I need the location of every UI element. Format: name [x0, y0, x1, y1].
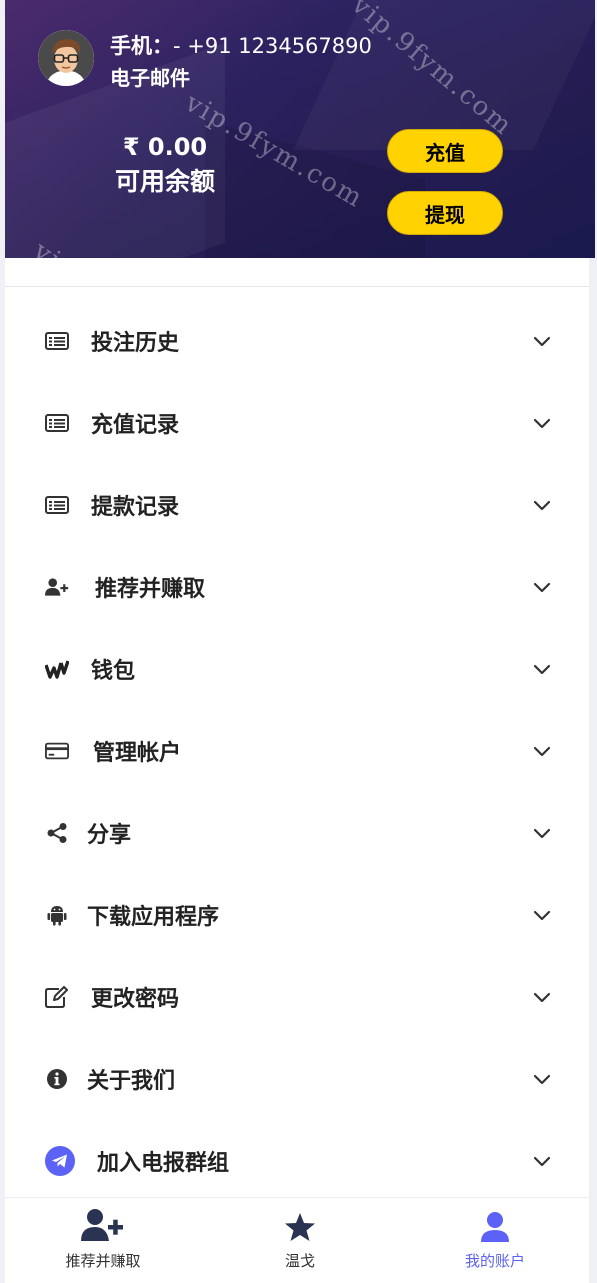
nav-my-account[interactable]: 我的账户 [405, 1198, 585, 1278]
menu-item-share[interactable]: 分享 [5, 792, 589, 874]
account-menu: 投注历史 充值记录 提款记录 推荐并赚取 钱包 管理帐户 分享 下载应用程序 更… [5, 300, 589, 1202]
chevron-down-icon[interactable] [531, 658, 553, 680]
android-icon [45, 903, 69, 927]
nav-label: 我的账户 [464, 1252, 525, 1270]
avatar-illustration [38, 30, 94, 86]
chevron-down-icon[interactable] [531, 412, 553, 434]
info-icon [45, 1067, 69, 1091]
chevron-down-icon[interactable] [531, 822, 553, 844]
menu-item-manage-account[interactable]: 管理帐户 [5, 710, 589, 792]
phone-text: 手机：- +91 1234567890 [110, 30, 372, 60]
list-icon [45, 329, 69, 353]
nav-refer-earn[interactable]: 推荐并赚取 [13, 1198, 193, 1278]
header-divider [5, 286, 589, 287]
avatar [38, 30, 94, 86]
phone-value: - +91 1234567890 [173, 34, 372, 58]
account-page: vip.9fym.com vip.9fym.com vip.9fym.com 手… [0, 0, 597, 1283]
menu-item-recharge-history[interactable]: 充值记录 [5, 382, 589, 464]
menu-label: 推荐并赚取 [95, 577, 206, 602]
menu-label: 管理帐户 [93, 741, 182, 766]
edit-icon [45, 985, 69, 1009]
chevron-down-icon[interactable] [531, 576, 553, 598]
menu-item-bet-history[interactable]: 投注历史 [5, 300, 589, 382]
chevron-down-icon[interactable] [531, 1068, 553, 1090]
chevron-down-icon[interactable] [531, 330, 553, 352]
list-icon [45, 411, 69, 435]
balance-label: 可用余额 [114, 167, 215, 196]
recharge-button[interactable]: 充值 [387, 129, 503, 173]
user-icon [480, 1211, 510, 1247]
user-plus-icon [81, 1208, 125, 1246]
menu-label: 投注历史 [91, 331, 180, 356]
right-edge-strip [589, 258, 597, 1283]
telegram-icon [45, 1146, 75, 1176]
menu-item-about-us[interactable]: 关于我们 [5, 1038, 589, 1120]
credit-card-icon [45, 739, 69, 763]
chevron-down-icon[interactable] [531, 494, 553, 516]
menu-item-download-app[interactable]: 下载应用程序 [5, 874, 589, 956]
menu-label: 关于我们 [87, 1069, 176, 1094]
menu-label: 下载应用程序 [87, 905, 220, 930]
nav-wingo[interactable]: 温戈 [210, 1198, 390, 1278]
menu-label: 分享 [87, 823, 132, 848]
star-icon [284, 1212, 316, 1246]
menu-item-wallet[interactable]: 钱包 [5, 628, 589, 710]
chevron-down-icon[interactable] [531, 986, 553, 1008]
wallet-icon [45, 657, 69, 681]
menu-item-join-telegram[interactable]: 加入电报群组 [5, 1120, 589, 1202]
chevron-down-icon[interactable] [531, 1150, 553, 1172]
bottom-nav: 推荐并赚取 温戈 我的账户 [5, 1197, 589, 1278]
menu-item-change-password[interactable]: 更改密码 [5, 956, 589, 1038]
menu-label: 充值记录 [91, 413, 180, 438]
account-header: vip.9fym.com vip.9fym.com vip.9fym.com 手… [5, 0, 595, 258]
user-plus-icon [45, 575, 69, 599]
list-icon [45, 493, 69, 517]
share-icon [45, 821, 69, 845]
nav-label: 温戈 [284, 1252, 315, 1270]
email-label: 电子邮件 [110, 66, 190, 90]
chevron-down-icon[interactable] [531, 904, 553, 926]
menu-item-refer-earn[interactable]: 推荐并赚取 [5, 546, 589, 628]
menu-item-withdraw-history[interactable]: 提款记录 [5, 464, 589, 546]
menu-label: 加入电报群组 [97, 1151, 230, 1176]
menu-label: 提款记录 [91, 495, 180, 520]
nav-label: 推荐并赚取 [65, 1252, 141, 1270]
chevron-down-icon[interactable] [531, 740, 553, 762]
withdraw-button[interactable]: 提现 [387, 191, 503, 235]
balance-amount: ₹ 0.00 [122, 133, 208, 161]
menu-label: 钱包 [91, 659, 136, 684]
menu-label: 更改密码 [91, 987, 180, 1012]
phone-label: 手机： [110, 34, 173, 58]
